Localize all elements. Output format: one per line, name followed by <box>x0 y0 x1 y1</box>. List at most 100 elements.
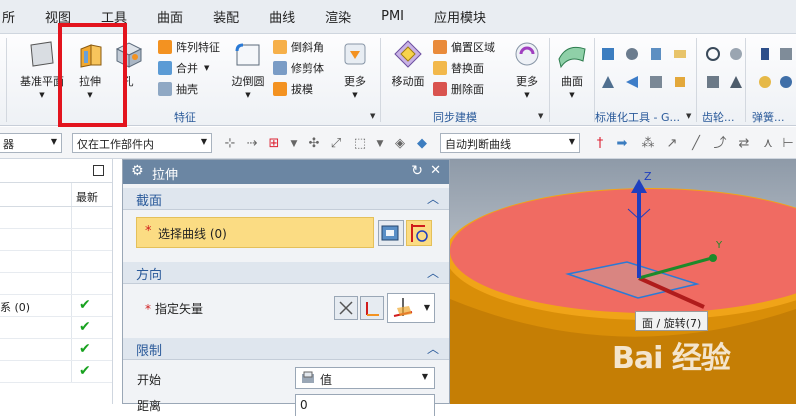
move-face-icon <box>394 40 422 68</box>
spring-tool-icon[interactable] <box>778 74 794 90</box>
menu-item-app-modules[interactable]: 应用模块 <box>419 7 501 26</box>
menu-item-curve[interactable]: 曲线 <box>254 7 310 26</box>
type-filter-select[interactable]: 器 ▼ <box>0 133 62 153</box>
gear-tool-icon[interactable] <box>705 46 721 62</box>
curve-tool-icon[interactable]: ↗ <box>664 136 680 152</box>
edge-blend-button[interactable]: 边倒圆 ▼ <box>228 39 268 99</box>
vector-type-dropdown[interactable]: ▼ <box>387 293 435 323</box>
curve-tool-icon[interactable]: ⊢ <box>780 136 796 152</box>
gear-tool-icon[interactable] <box>705 74 721 90</box>
reverse-direction-button[interactable] <box>334 296 358 320</box>
curve-tool-icon[interactable]: ⁂ <box>640 136 656 152</box>
chevron-down-icon: ▼ <box>568 137 575 146</box>
table-row[interactable]: ✔ <box>0 339 112 361</box>
snap-point-icon[interactable]: ⊞ <box>266 136 282 152</box>
curve-tool-icon[interactable]: ⇄ <box>736 136 752 152</box>
std-tool-icon[interactable] <box>672 46 688 62</box>
std-tool-icon[interactable] <box>648 46 664 62</box>
table-row[interactable]: 系 (0) ✔ <box>0 295 112 317</box>
limits-section-header[interactable]: 限制 ︿ <box>123 338 449 360</box>
menu-item-surface[interactable]: 曲面 <box>142 7 198 26</box>
trim-body-button[interactable]: 修剪体 <box>273 59 324 77</box>
curve-tool-icon[interactable]: ⤴ <box>712 136 728 152</box>
chevron-up-icon[interactable]: ︿ <box>427 340 439 357</box>
std-tool-icon[interactable] <box>648 74 664 90</box>
spring-tool-icon[interactable] <box>757 46 773 62</box>
unite-button[interactable]: 合并 ▼ <box>158 59 209 77</box>
table-row[interactable] <box>0 229 112 251</box>
gear-icon[interactable]: ⚙ <box>131 163 144 179</box>
snap-icon[interactable]: ✣ <box>306 136 322 152</box>
curve-tool-icon[interactable]: ⋏ <box>760 136 776 152</box>
body-select-icon[interactable]: ◈ <box>392 136 408 152</box>
row-label: 系 (0) <box>0 301 31 314</box>
group-expand-icon[interactable]: ▼ <box>538 112 543 120</box>
curve-tool-icon[interactable]: † <box>592 136 608 152</box>
delete-face-button[interactable]: 删除面 <box>433 80 484 98</box>
offset-region-icon <box>433 40 447 54</box>
vector-dialog-button[interactable] <box>360 296 384 320</box>
table-row[interactable]: ✔ <box>0 317 112 339</box>
array-feature-icon <box>158 40 172 54</box>
chevron-down-icon[interactable]: ▼ <box>286 136 302 152</box>
close-icon[interactable]: ✕ <box>430 163 441 178</box>
replace-face-button[interactable]: 替换面 <box>433 59 484 77</box>
surface-button[interactable]: 曲面 ▼ <box>555 39 589 99</box>
chevron-up-icon[interactable]: ︿ <box>427 190 439 207</box>
gear-tool-icon[interactable] <box>728 46 744 62</box>
snap-icon[interactable]: ⤢ <box>328 136 344 152</box>
scope-select[interactable]: 仅在工作部件内 ▼ <box>72 133 212 153</box>
more-sync-button[interactable]: 更多 ▼ <box>510 39 544 99</box>
menu-item-pmi[interactable]: PMI <box>366 9 419 24</box>
menu-item-render[interactable]: 渲染 <box>310 7 366 26</box>
offset-region-button[interactable]: 偏置区域 <box>433 38 495 56</box>
start-type-select[interactable]: 值 ▼ <box>295 367 435 389</box>
value-icon <box>302 371 314 383</box>
spring-tool-icon[interactable] <box>757 74 773 90</box>
curve-tool-icon[interactable]: ➡ <box>614 136 630 152</box>
curve-select-button[interactable] <box>406 220 432 246</box>
snap-icon[interactable]: ⊹ <box>222 136 238 152</box>
std-tool-icon[interactable] <box>600 74 616 90</box>
menu-item-file[interactable]: 所 <box>0 7 30 26</box>
unite-icon <box>158 61 172 75</box>
chevron-up-icon[interactable]: ︿ <box>427 264 439 281</box>
spring-tool-icon[interactable] <box>778 46 794 62</box>
shell-button[interactable]: 抽壳 <box>158 80 198 98</box>
maximize-icon[interactable] <box>93 165 104 176</box>
draft-button[interactable]: 拔模 <box>273 80 313 98</box>
reset-icon[interactable]: ↻ <box>411 163 423 179</box>
group-expand-icon[interactable]: ▼ <box>370 112 375 120</box>
direction-section-header[interactable]: 方向 ︿ <box>123 262 449 284</box>
distance-input[interactable]: 0 <box>295 394 435 416</box>
std-tool-icon[interactable] <box>624 74 640 90</box>
reverse-direction-icon <box>339 301 353 315</box>
draft-icon <box>273 82 287 96</box>
chamfer-button[interactable]: 倒斜角 <box>273 38 324 56</box>
snap-icon[interactable]: ⇢ <box>244 136 260 152</box>
table-row[interactable] <box>0 207 112 229</box>
std-tool-icon[interactable] <box>672 74 688 90</box>
group-expand-icon[interactable]: ▼ <box>686 112 691 120</box>
curve-tool-icon[interactable]: ╱ <box>688 136 704 152</box>
newest-column-header[interactable]: 最新 <box>76 189 98 205</box>
curve-rule-select[interactable]: 自动判断曲线 ▼ <box>440 133 580 153</box>
array-feature-button[interactable]: 阵列特征 <box>158 38 220 56</box>
chevron-down-icon: ▼ <box>204 64 210 72</box>
sketch-section-button[interactable] <box>378 220 404 246</box>
select-curve-row[interactable]: * 选择曲线 (0) <box>136 217 374 248</box>
table-row[interactable] <box>0 251 112 273</box>
move-face-button[interactable]: 移动面 <box>388 39 428 89</box>
section-header[interactable]: 截面 ︿ <box>123 188 449 210</box>
face-select-icon[interactable]: ◆ <box>414 136 430 152</box>
select-rect-icon[interactable]: ⬚ <box>352 136 368 152</box>
gear-tool-icon[interactable] <box>728 74 744 90</box>
std-tool-icon[interactable] <box>624 46 640 62</box>
table-row[interactable]: ✔ <box>0 361 112 383</box>
table-row[interactable] <box>0 273 112 295</box>
chevron-down-icon[interactable]: ▼ <box>372 136 388 152</box>
std-tool-icon[interactable] <box>600 46 616 62</box>
more-features-button[interactable]: 更多 ▼ <box>338 39 372 99</box>
dialog-title-bar[interactable]: ⚙ 拉伸 ↻ ✕ <box>123 160 449 184</box>
menu-item-assembly[interactable]: 装配 <box>198 7 254 26</box>
